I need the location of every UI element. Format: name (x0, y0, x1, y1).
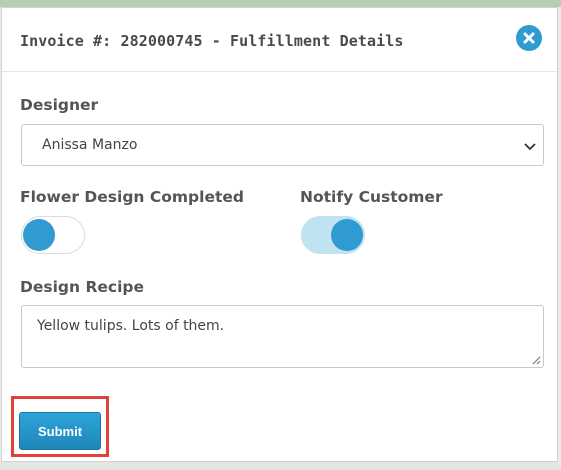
resize-grip-icon[interactable] (531, 355, 541, 365)
submit-button[interactable]: Submit (19, 412, 101, 450)
designer-select[interactable]: Anissa Manzo (21, 124, 544, 166)
designer-selected-value: Anissa Manzo (42, 137, 138, 153)
close-button[interactable] (516, 25, 542, 51)
modal-title: Invoice #: 282000745 - Fulfillment Detai… (20, 32, 404, 50)
design-recipe-textarea[interactable]: Yellow tulips. Lots of them. (21, 305, 544, 368)
modal-header: Invoice #: 282000745 - Fulfillment Detai… (2, 8, 557, 72)
flower-design-completed-toggle[interactable] (21, 216, 85, 254)
toggle-knob (23, 219, 55, 251)
flower-design-completed-label: Flower Design Completed (20, 188, 244, 206)
design-recipe-value: Yellow tulips. Lots of them. (37, 318, 225, 334)
backdrop-top-strip (0, 0, 561, 7)
notify-customer-label: Notify Customer (300, 188, 443, 206)
backdrop-bottom (0, 462, 561, 470)
fulfillment-details-modal: Invoice #: 282000745 - Fulfillment Detai… (1, 7, 558, 462)
chevron-down-icon (524, 143, 536, 151)
designer-label: Designer (20, 96, 99, 114)
toggle-knob (331, 219, 363, 251)
design-recipe-label: Design Recipe (20, 278, 144, 296)
close-icon (523, 32, 535, 44)
notify-customer-toggle[interactable] (301, 216, 365, 254)
